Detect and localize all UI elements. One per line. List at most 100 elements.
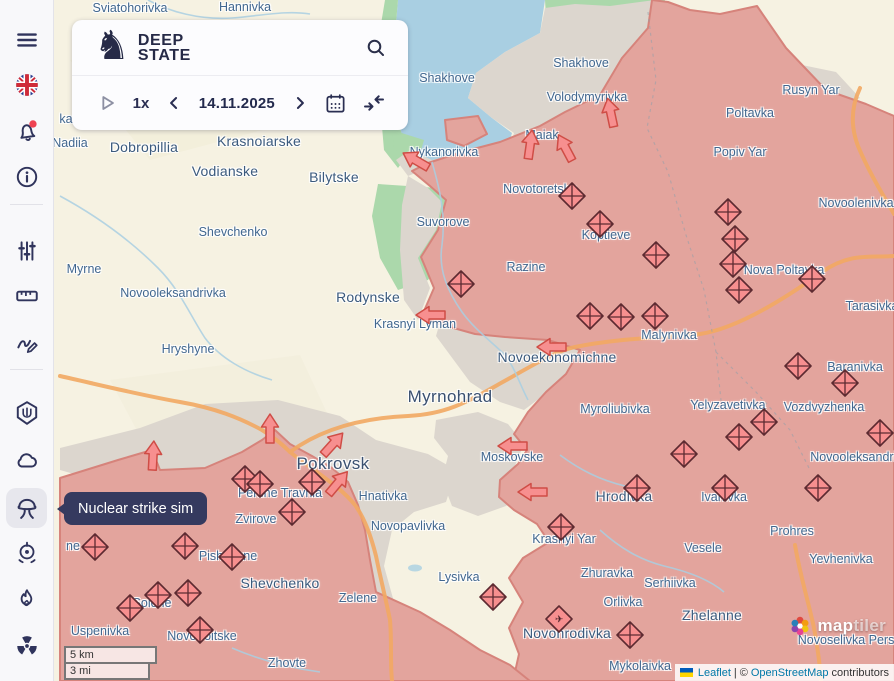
timeline-controls: 1x 14.11.2025 — [72, 76, 408, 130]
play-button[interactable] — [96, 92, 118, 114]
uk-flag-icon — [14, 72, 40, 98]
deepstate-logo-icon: ♞ — [94, 26, 130, 66]
combat-clash-marker[interactable] — [117, 595, 143, 621]
attribution-bar: Leaflet | © OpenStreetMap contributors — [675, 664, 894, 681]
combat-clash-marker[interactable] — [867, 420, 893, 446]
control-panel: ♞ DEEP STATE 1x — [72, 20, 408, 130]
strike-target-button[interactable] — [6, 533, 47, 573]
combat-clash-marker[interactable] — [805, 475, 831, 501]
advance-arrow — [322, 466, 354, 499]
cloud-icon — [14, 447, 40, 473]
radiation-button[interactable] — [6, 626, 47, 666]
combat-clash-marker[interactable] — [608, 304, 634, 330]
leaflet-link[interactable]: Leaflet — [698, 667, 731, 679]
flame-icon — [14, 587, 40, 613]
combat-clash-marker[interactable] — [577, 303, 603, 329]
nuclear-strike-sim-tooltip: Nuclear strike sim — [64, 492, 207, 525]
combat-clash-marker[interactable] — [832, 370, 858, 396]
combat-clash-marker[interactable] — [799, 266, 825, 292]
impact-target-icon — [14, 540, 40, 566]
fire-button[interactable] — [6, 580, 47, 620]
weather-button[interactable] — [6, 440, 47, 480]
tooltip-text: Nuclear strike sim — [78, 501, 193, 517]
deepstate-map-app: SviatohorivkaHannivkakaNadiiaDobropillia… — [0, 0, 894, 681]
notifications-button[interactable] — [6, 111, 47, 151]
combat-clash-marker[interactable] — [187, 617, 213, 643]
combat-clash-marker[interactable] — [715, 199, 741, 225]
info-button[interactable] — [6, 157, 47, 197]
advance-arrow — [520, 129, 541, 160]
combat-clash-marker[interactable] — [785, 353, 811, 379]
combat-clash-marker[interactable] — [642, 303, 668, 329]
sidebar-divider — [10, 204, 43, 205]
pencil-scribble-icon — [14, 329, 40, 355]
combat-clash-marker[interactable] — [145, 582, 171, 608]
deepstate-emblem-button[interactable] — [6, 393, 47, 433]
measure-button[interactable] — [6, 276, 47, 316]
advance-arrow — [498, 438, 527, 455]
combat-clash-marker[interactable] — [587, 211, 613, 237]
combat-clash-marker[interactable] — [722, 226, 748, 252]
sidebar — [0, 0, 54, 681]
calendar-icon — [324, 92, 347, 115]
search-icon — [364, 36, 388, 60]
advance-arrow — [599, 97, 622, 129]
combat-clash-marker[interactable] — [175, 580, 201, 606]
advance-arrow — [416, 307, 445, 324]
calendar-button[interactable] — [324, 92, 347, 115]
language-flag-button[interactable] — [6, 65, 47, 105]
speed-button[interactable]: 1x — [133, 95, 150, 112]
current-date[interactable]: 14.11.2025 — [199, 95, 275, 112]
ruler-icon — [14, 283, 40, 309]
notification-badge — [29, 120, 36, 127]
scale-mi: 3 mi — [64, 664, 150, 680]
combat-clash-marker[interactable] — [643, 242, 669, 268]
nuclear-strike-sim-button[interactable] — [6, 488, 47, 528]
chevron-right-icon — [290, 93, 310, 113]
draw-button[interactable] — [6, 322, 47, 362]
airstrike-marker[interactable] — [546, 606, 572, 632]
sliders-icon — [14, 238, 40, 264]
compare-dates-button[interactable] — [362, 91, 386, 115]
logo-line-1: DEEP — [138, 33, 191, 48]
radiation-icon — [14, 633, 40, 659]
maptiler-logo[interactable]: maptiler — [787, 613, 886, 639]
prev-day-button[interactable] — [164, 93, 184, 113]
combat-clash-marker[interactable] — [726, 424, 752, 450]
advance-arrow — [537, 339, 566, 356]
merge-arrows-icon — [362, 91, 386, 115]
play-icon — [96, 92, 118, 114]
combat-clash-marker[interactable] — [712, 475, 738, 501]
combat-clash-marker[interactable] — [726, 277, 752, 303]
combat-clash-marker[interactable] — [219, 544, 245, 570]
advance-arrow — [317, 427, 349, 460]
combat-clash-marker[interactable] — [671, 441, 697, 467]
combat-clash-marker[interactable] — [751, 409, 777, 435]
layers-settings-button[interactable] — [6, 231, 47, 271]
combat-clash-marker[interactable] — [559, 183, 585, 209]
search-button[interactable] — [364, 36, 388, 60]
attribution-suffix: contributors — [832, 667, 889, 679]
menu-button[interactable] — [6, 20, 47, 60]
combat-clash-marker[interactable] — [299, 469, 325, 495]
mushroom-cloud-icon — [13, 494, 41, 522]
next-day-button[interactable] — [290, 93, 310, 113]
combat-clash-marker[interactable] — [480, 584, 506, 610]
combat-clash-marker[interactable] — [279, 499, 305, 525]
advance-arrow — [262, 414, 279, 443]
combat-clash-marker[interactable] — [548, 514, 574, 540]
combat-clash-marker[interactable] — [617, 622, 643, 648]
combat-clash-marker[interactable] — [172, 533, 198, 559]
combat-clash-marker[interactable] — [82, 534, 108, 560]
scale-bar: 5 km 3 mi — [64, 646, 157, 680]
combat-clash-marker[interactable] — [720, 251, 746, 277]
osm-link[interactable]: OpenStreetMap — [751, 667, 829, 679]
maptiler-pinwheel-icon — [787, 613, 813, 639]
combat-clash-marker[interactable] — [448, 271, 474, 297]
advance-arrow — [551, 131, 580, 165]
bell-icon — [14, 118, 40, 144]
combat-clash-marker[interactable] — [624, 475, 650, 501]
ukraine-flag-icon — [680, 668, 693, 677]
scale-km: 5 km — [64, 646, 157, 664]
advance-arrow — [144, 441, 162, 471]
